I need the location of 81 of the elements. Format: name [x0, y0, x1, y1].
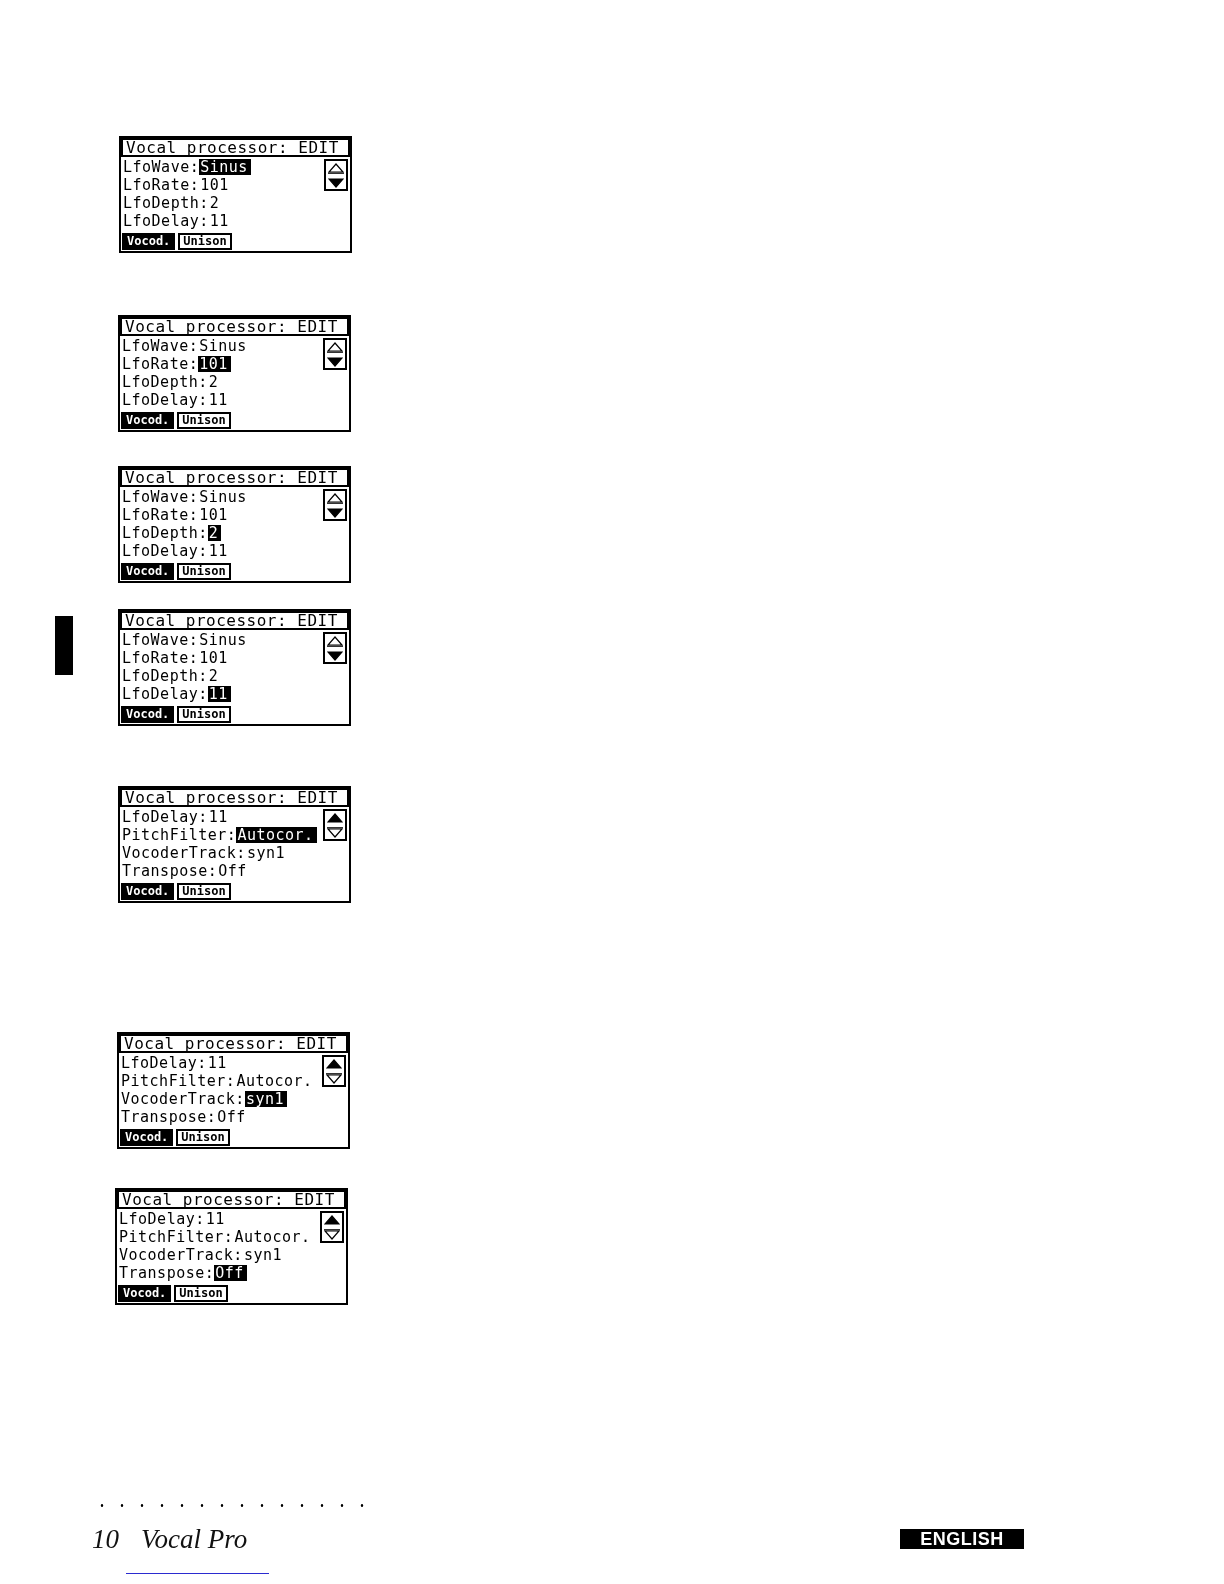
screen-title: Vocal processor: EDIT — [119, 1034, 348, 1053]
param-value: 2 — [207, 668, 220, 684]
soft-tab[interactable]: Vocod. — [120, 1129, 174, 1146]
param-value: 11 — [207, 809, 229, 825]
param-label: LfoWave: — [122, 338, 199, 354]
param-label: Transpose: — [119, 1265, 215, 1281]
param-label: LfoDelay: — [122, 392, 208, 408]
param-value: Autocor. — [236, 827, 317, 843]
soft-tab[interactable]: Unison — [178, 233, 232, 250]
language-label: ENGLISH — [900, 1529, 1024, 1549]
screen-title: Vocal processor: EDIT — [121, 138, 350, 157]
param-value: 11 — [207, 392, 229, 408]
param-value: 101 — [198, 356, 231, 372]
param-value: 11 — [206, 1055, 228, 1071]
param-label: LfoDepth: — [122, 525, 208, 541]
param-value: 11 — [208, 213, 230, 229]
param-label: LfoRate: — [123, 177, 200, 193]
param-value: 101 — [199, 177, 230, 193]
param-label: LfoDelay: — [119, 1211, 205, 1227]
param-value: 101 — [198, 650, 229, 666]
param-label: LfoWave: — [122, 632, 199, 648]
param-label: LfoRate: — [122, 356, 199, 372]
book-title: Vocal Pro — [141, 1524, 248, 1554]
param-value: 2 — [208, 195, 221, 211]
param-value: 11 — [207, 543, 229, 559]
param-value: Off — [214, 1265, 247, 1281]
screen-title: Vocal processor: EDIT — [120, 788, 349, 807]
param-label: LfoDelay: — [123, 213, 209, 229]
soft-tab[interactable]: Vocod. — [121, 412, 175, 429]
param-value: 11 — [204, 1211, 226, 1227]
page-number: 10 — [92, 1524, 119, 1554]
param-value: syn1 — [242, 1247, 284, 1263]
param-label: LfoDelay: — [122, 686, 208, 702]
soft-tab[interactable]: Unison — [174, 1285, 228, 1302]
param-value: Off — [217, 863, 248, 879]
param-label: VocoderTrack: — [121, 1091, 245, 1107]
param-value: Sinus — [198, 489, 248, 505]
param-label: PitchFilter: — [122, 827, 237, 843]
param-label: LfoRate: — [122, 507, 199, 523]
param-label: Transpose: — [122, 863, 218, 879]
soft-tab[interactable]: Unison — [177, 412, 231, 429]
screen-title: Vocal processor: EDIT — [120, 468, 349, 487]
param-value: 2 — [207, 374, 220, 390]
param-label: LfoWave: — [122, 489, 199, 505]
soft-tab[interactable]: Unison — [177, 706, 231, 723]
param-label: LfoDelay: — [122, 543, 208, 559]
section-marker — [55, 616, 73, 675]
param-label: PitchFilter: — [119, 1229, 234, 1245]
param-value: Sinus — [198, 338, 248, 354]
screen-title: Vocal processor: EDIT — [120, 317, 349, 336]
param-label: LfoDelay: — [122, 809, 208, 825]
soft-tab[interactable]: Unison — [177, 563, 231, 580]
param-value: Off — [216, 1109, 247, 1125]
param-label: LfoWave: — [123, 159, 200, 175]
param-value: syn1 — [245, 845, 287, 861]
param-value: syn1 — [244, 1091, 288, 1107]
param-value: Autocor. — [233, 1229, 312, 1245]
param-label: PitchFilter: — [121, 1073, 236, 1089]
param-value: Sinus — [198, 632, 248, 648]
soft-tab[interactable]: Unison — [176, 1129, 230, 1146]
soft-tab[interactable]: Vocod. — [121, 883, 175, 900]
soft-tab[interactable]: Vocod. — [122, 233, 176, 250]
param-value: Sinus — [199, 159, 251, 175]
param-label: LfoDepth: — [122, 668, 208, 684]
soft-tab[interactable]: Vocod. — [121, 706, 175, 723]
param-value: 101 — [198, 507, 229, 523]
param-label: LfoDepth: — [122, 374, 208, 390]
param-label: LfoDepth: — [123, 195, 209, 211]
param-label: LfoDelay: — [121, 1055, 207, 1071]
soft-tab[interactable]: Vocod. — [121, 563, 175, 580]
screen-title: Vocal processor: EDIT — [120, 611, 349, 630]
screen-title: Vocal processor: EDIT — [117, 1190, 346, 1209]
param-value: 11 — [207, 686, 231, 702]
soft-tab[interactable]: Unison — [177, 883, 231, 900]
param-label: VocoderTrack: — [119, 1247, 243, 1263]
soft-tab[interactable]: Vocod. — [118, 1285, 172, 1302]
param-label: Transpose: — [121, 1109, 217, 1125]
param-label: LfoRate: — [122, 650, 199, 666]
param-label: VocoderTrack: — [122, 845, 246, 861]
param-value: 2 — [207, 525, 222, 541]
param-value: Autocor. — [235, 1073, 314, 1089]
